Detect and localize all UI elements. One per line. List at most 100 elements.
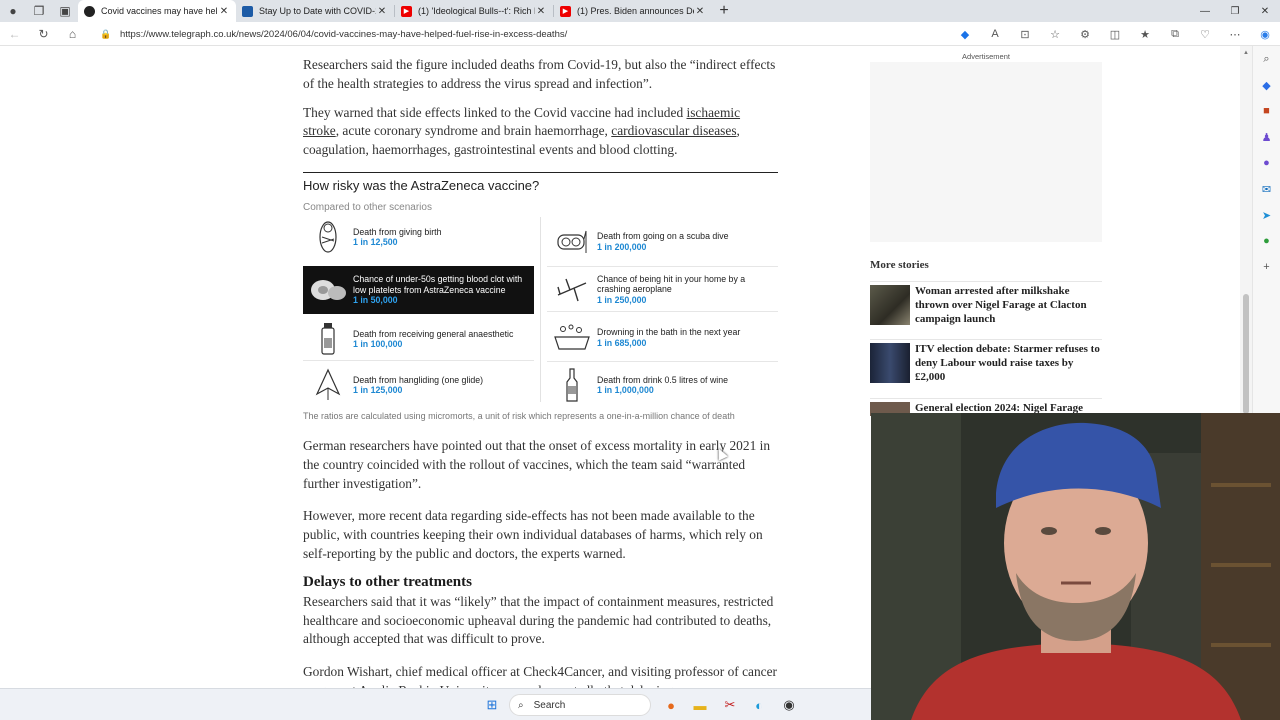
windows-taskbar: ⊞ ⌕ Search ● ▬ ✂ ◐ ◉ (0, 688, 871, 720)
browser-essentials-icon[interactable]: ♡ (1190, 28, 1220, 41)
story-thumbnail[interactable] (870, 343, 910, 383)
vial-icon (303, 322, 353, 356)
article-paragraph: German researchers have pointed out that… (303, 438, 771, 491)
section-heading: Delays to other treatments (303, 573, 472, 590)
risk-item: Death from drink 0.5 litres of wine 1 in … (547, 365, 778, 405)
wine-bottle-icon (547, 368, 597, 402)
games-icon[interactable]: ♟ (1253, 124, 1280, 150)
tab-youtube-2[interactable]: ▶ (1) Pres. Biden announces Dept. o ✕ (554, 0, 712, 22)
story-thumbnail[interactable] (870, 285, 910, 325)
obs-icon[interactable]: ◉ (777, 693, 801, 717)
shopping-icon[interactable]: ◆ (950, 28, 980, 41)
search-icon[interactable]: ⌕ (1253, 46, 1280, 72)
tab-actions-icon[interactable]: ▣ (52, 0, 78, 22)
edge-icon[interactable]: ◐ (747, 693, 771, 717)
advertisement-label: Advertisement (962, 52, 1010, 61)
tools-icon[interactable]: ■ (1253, 98, 1280, 124)
baby-icon (303, 220, 353, 254)
home-icon[interactable]: ⌂ (58, 22, 87, 46)
send-icon[interactable]: ➤ (1253, 202, 1280, 228)
infographic-note: The ratios are calculated using micromor… (303, 411, 735, 421)
shopping-tag-icon[interactable]: ◆ (1253, 72, 1280, 98)
profile-icon[interactable]: ● (0, 0, 26, 22)
firefox-icon[interactable]: ● (659, 693, 683, 717)
youtube-favicon-icon: ▶ (560, 5, 571, 17)
tab-label: Stay Up to Date with COVID-19 V (259, 6, 376, 16)
favorite-star-icon[interactable]: ☆ (1040, 28, 1070, 41)
blood-cells-icon (303, 275, 353, 305)
window-controls: — ❐ ✕ (1190, 0, 1280, 22)
read-aloud-icon[interactable]: A (980, 28, 1010, 40)
story-item[interactable]: Woman arrested after milkshake thrown ov… (870, 281, 1102, 326)
app-available-icon[interactable]: ⊡ (1010, 28, 1040, 41)
close-tab-icon[interactable]: ✕ (535, 6, 547, 17)
bathtub-icon (547, 323, 597, 353)
webcam-overlay (871, 413, 1280, 720)
more-menu-icon[interactable]: ⋯ (1220, 28, 1250, 41)
lock-icon[interactable]: 🔒 (100, 29, 120, 40)
article-paragraph: However, more recent data regarding side… (303, 508, 763, 561)
article-paragraph: They warned that side effects linked to … (303, 104, 741, 158)
article-paragraph: Researchers said that it was “likely” th… (303, 593, 774, 647)
collections-icon[interactable]: ⧉ (1160, 28, 1190, 41)
scroll-up-icon[interactable]: ▲ (1240, 50, 1252, 56)
hangglider-icon (303, 368, 353, 402)
tab-label: (1) Pres. Biden announces Dept. o (577, 6, 694, 16)
tab-cdc[interactable]: Stay Up to Date with COVID-19 V ✕ (236, 0, 394, 22)
outlook-icon[interactable]: ✉ (1253, 176, 1280, 202)
extensions-icon[interactable]: ⚙ (1070, 28, 1100, 41)
split-screen-icon[interactable]: ◫ (1100, 28, 1130, 41)
article-paragraph: Researchers said the figure included dea… (303, 57, 776, 91)
workspaces-icon[interactable]: ❐ (26, 0, 52, 22)
scuba-mask-icon (547, 227, 597, 257)
favorites-icon[interactable]: ★ (1130, 28, 1160, 41)
copilot-icon[interactable]: ◉ (1250, 28, 1280, 41)
back-icon[interactable]: ← (0, 22, 29, 46)
refresh-icon[interactable]: ↻ (29, 22, 58, 46)
restore-icon[interactable]: ❐ (1220, 0, 1250, 22)
risk-item-highlight: Chance of under-50s getting blood clot w… (303, 266, 534, 314)
add-sidebar-app-icon[interactable]: + (1253, 254, 1280, 280)
risk-infographic: How risky was the AstraZeneca vaccine? C… (303, 172, 778, 424)
search-icon: ⌕ (518, 699, 524, 711)
story-item[interactable]: ITV election debate: Starmer refuses to … (870, 339, 1102, 384)
close-tab-icon[interactable]: ✕ (218, 6, 230, 17)
infographic-title: How risky was the AstraZeneca vaccine? (303, 178, 540, 193)
tab-youtube-1[interactable]: ▶ (1) 'Ideological Bulls--t': Rich Mc ✕ (395, 0, 553, 22)
risk-item: Drowning in the bath in the next year 1 i… (547, 314, 778, 362)
telegraph-favicon-icon (84, 5, 95, 17)
close-tab-icon[interactable]: ✕ (694, 6, 706, 17)
risk-item: Death from giving birth 1 in 12,500 (303, 217, 534, 257)
risk-item: Chance of being hit in your home by a cr… (547, 268, 778, 312)
cdc-favicon-icon (242, 5, 253, 17)
tab-label: Covid vaccines may have helped (101, 6, 218, 16)
article-body: Researchers said the figure included dea… (303, 56, 779, 170)
drop-icon[interactable]: ● (1253, 228, 1280, 254)
advertisement-slot[interactable] (870, 62, 1102, 242)
url-text[interactable]: https://www.telegraph.co.uk/news/2024/06… (120, 29, 567, 40)
link-cardiovascular-diseases[interactable]: cardiovascular diseases (611, 123, 736, 138)
more-stories-heading: More stories (870, 259, 929, 271)
tab-telegraph[interactable]: Covid vaccines may have helped ✕ (78, 0, 236, 22)
browser-toolbar: ← ↻ ⌂ 🔒 https://www.telegraph.co.uk/news… (0, 22, 1280, 46)
close-tab-icon[interactable]: ✕ (376, 6, 388, 17)
microsoft-365-icon[interactable]: ● (1253, 150, 1280, 176)
snipping-tool-icon[interactable]: ✂ (718, 693, 742, 717)
close-window-icon[interactable]: ✕ (1250, 0, 1280, 22)
risk-item: Death from receiving general anaesthetic… (303, 318, 534, 361)
story-title[interactable]: Woman arrested after milkshake thrown ov… (915, 285, 1102, 326)
minimize-icon[interactable]: — (1190, 0, 1220, 22)
start-icon[interactable]: ⊞ (480, 693, 504, 717)
tab-label: (1) 'Ideological Bulls--t': Rich Mc (418, 6, 535, 16)
new-tab-icon[interactable]: + (712, 0, 736, 22)
file-explorer-icon[interactable]: ▬ (688, 693, 712, 717)
article-body-continued: German researchers have pointed out that… (303, 437, 779, 711)
scrollbar-thumb[interactable] (1243, 294, 1249, 414)
risk-item: Death from going on a scuba dive 1 in 200… (547, 217, 778, 267)
risk-item: Death from hangliding (one glide) 1 in 12… (303, 365, 534, 405)
tab-strip: ● ❐ ▣ Covid vaccines may have helped ✕ S… (0, 0, 1280, 22)
story-title[interactable]: ITV election debate: Starmer refuses to … (915, 343, 1102, 384)
infographic-subtitle: Compared to other scenarios (303, 202, 432, 213)
taskbar-search[interactable]: ⌕ Search (509, 694, 651, 716)
aeroplane-icon (547, 275, 597, 305)
